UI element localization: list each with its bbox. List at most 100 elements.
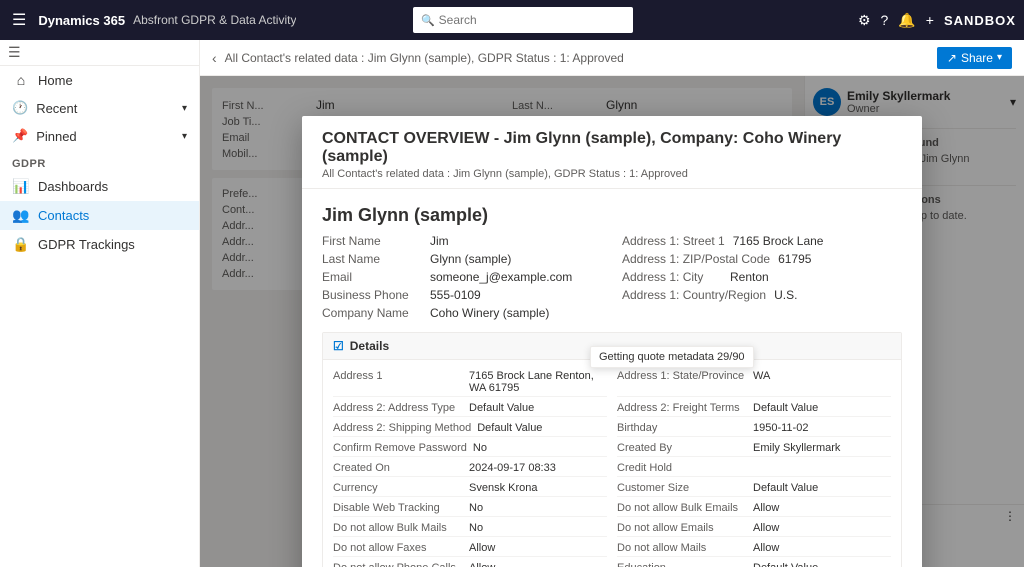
- home-icon: ⌂: [12, 72, 30, 88]
- page-title: Absfront GDPR & Data Activity: [133, 13, 296, 27]
- hamburger-menu-icon[interactable]: ☰: [8, 6, 30, 34]
- detail-row-left: Do not allow Bulk Mails No: [333, 520, 607, 537]
- detail-label: Created On: [333, 462, 463, 474]
- last-name-label: Last Name: [322, 252, 422, 266]
- detail-label: Confirm Remove Password: [333, 442, 467, 454]
- detail-value: No: [473, 442, 487, 454]
- sidebar-gdpr-trackings-label: GDPR Trackings: [38, 237, 135, 252]
- chevron-down-icon: ▾: [182, 103, 187, 114]
- sidebar-top: ☰: [0, 40, 199, 66]
- sidebar-item-contacts[interactable]: 👥 Contacts: [0, 201, 199, 230]
- chevron-down-icon-2: ▾: [182, 131, 187, 142]
- detail-row-right: Address 1: State/ProvinceWA: [617, 368, 891, 397]
- sidebar-item-recent[interactable]: 🕐 Recent ▾: [0, 94, 199, 122]
- company-name-label: Company Name: [322, 306, 422, 320]
- settings-icon[interactable]: ⚙: [858, 12, 871, 29]
- detail-value-2: Allow: [753, 502, 779, 514]
- sidebar: ☰ ⌂ Home 🕐 Recent ▾ 📌 Pinned ▾ GDPR 📊 Da…: [0, 40, 200, 567]
- dashboards-icon: 📊: [12, 178, 30, 195]
- detail-value-2: 1950-11-02: [753, 422, 808, 434]
- address-city-row: Address 1: City Renton: [622, 270, 902, 284]
- detail-value-2: Emily Skyllermark: [753, 442, 840, 454]
- share-icon: ↗: [947, 51, 957, 65]
- detail-row-left: Do not allow Phone Calls Allow: [333, 560, 607, 567]
- detail-row-right: Do not allow EmailsAllow: [617, 520, 891, 537]
- detail-value: Allow: [469, 562, 495, 567]
- details-checkmark-icon: ☑: [333, 339, 344, 353]
- detail-label: Do not allow Bulk Mails: [333, 522, 463, 534]
- detail-label-2: Customer Size: [617, 482, 747, 494]
- detail-row-right: Customer Size Default Value: [617, 480, 891, 497]
- tooltip-badge: Getting quote metadata 29/90: [590, 346, 754, 368]
- modal-overlay: CONTACT OVERVIEW - Jim Glynn (sample), C…: [200, 76, 1024, 567]
- search-box[interactable]: 🔍: [413, 7, 633, 33]
- company-name-value: Coho Winery (sample): [430, 306, 549, 320]
- business-phone-label: Business Phone: [322, 288, 422, 302]
- address-country-label: Address 1: Country/Region: [622, 288, 766, 302]
- sidebar-item-dashboards[interactable]: 📊 Dashboards: [0, 172, 199, 201]
- business-phone-value: 555-0109: [430, 288, 481, 302]
- share-label: Share: [961, 51, 993, 65]
- detail-row-right: Created ByEmily Skyllermark: [617, 440, 891, 457]
- detail-label: Do not allow Phone Calls: [333, 562, 463, 567]
- sidebar-collapse-icon[interactable]: ☰: [8, 44, 21, 60]
- detail-value: Default Value: [469, 402, 534, 414]
- detail-label-2: Address 2: Freight Terms: [617, 402, 747, 414]
- detail-value-2: Default Value: [753, 402, 818, 414]
- sidebar-item-home[interactable]: ⌂ Home: [0, 66, 199, 94]
- sub-header: ‹ All Contact's related data : Jim Glynn…: [200, 40, 1024, 76]
- sidebar-dashboards-label: Dashboards: [38, 179, 108, 194]
- detail-row-left: Address 17165 Brock Lane Renton, WA 6179…: [333, 368, 607, 397]
- detail-label: Disable Web Tracking: [333, 502, 463, 514]
- detail-value-2: Default Value: [753, 482, 818, 494]
- detail-row-left: Do not allow Faxes Allow: [333, 540, 607, 557]
- address-zip-label: Address 1: ZIP/Postal Code: [622, 252, 770, 266]
- modal-title: CONTACT OVERVIEW - Jim Glynn (sample), C…: [322, 130, 902, 166]
- detail-row-left: Address 2: Address Type Default Value: [333, 400, 607, 417]
- sandbox-label: SANDBOX: [944, 13, 1016, 28]
- help-icon[interactable]: ?: [881, 12, 889, 28]
- details-grid: Address 17165 Brock Lane Renton, WA 6179…: [333, 368, 891, 567]
- notifications-icon[interactable]: 🔔: [898, 12, 915, 29]
- first-name-label: First Name: [322, 234, 422, 248]
- address-street-label: Address 1: Street 1: [622, 234, 725, 248]
- content-area: ‹ All Contact's related data : Jim Glynn…: [200, 40, 1024, 567]
- detail-label-2: Credit Hold: [617, 462, 747, 474]
- search-input[interactable]: [439, 13, 619, 27]
- first-name-row: First Name Jim: [322, 234, 602, 248]
- detail-label-2: Birthday: [617, 422, 747, 434]
- last-name-value: Glynn (sample): [430, 252, 511, 266]
- app-title: Dynamics 365: [38, 13, 125, 28]
- detail-value-2: Default Value: [753, 562, 818, 567]
- address-city-value: Renton: [730, 270, 769, 284]
- recent-icon: 🕐: [12, 100, 28, 116]
- sidebar-recent-label: Recent: [36, 101, 77, 116]
- detail-value: No: [469, 522, 483, 534]
- detail-label: Do not allow Faxes: [333, 542, 463, 554]
- sidebar-item-gdpr-trackings[interactable]: 🔒 GDPR Trackings: [0, 230, 199, 259]
- detail-value: Allow: [469, 542, 495, 554]
- sidebar-item-pinned[interactable]: 📌 Pinned ▾: [0, 122, 199, 150]
- detail-label: Currency: [333, 482, 463, 494]
- address-country-row: Address 1: Country/Region U.S.: [622, 288, 902, 302]
- breadcrumb: All Contact's related data : Jim Glynn (…: [225, 51, 624, 65]
- detail-row-right: EducationDefault Value: [617, 560, 891, 567]
- add-icon[interactable]: +: [926, 12, 934, 28]
- detail-label: Address 2: Address Type: [333, 402, 463, 414]
- detail-row-left: Disable Web TrackingNo: [333, 500, 607, 517]
- back-nav-arrow[interactable]: ‹: [212, 50, 217, 66]
- address-street-value: 7165 Brock Lane: [733, 234, 824, 248]
- share-button[interactable]: ↗ Share ▾: [937, 47, 1012, 69]
- first-name-value: Jim: [430, 234, 449, 248]
- modal-body[interactable]: Jim Glynn (sample) First Name Jim Addres…: [302, 189, 922, 567]
- email-row: Email someone_j@example.com: [322, 270, 602, 284]
- detail-row-right: Address 2: Freight Terms Default Value: [617, 400, 891, 417]
- top-bar-left: ☰ Dynamics 365 Absfront GDPR & Data Acti…: [8, 6, 296, 34]
- gdpr-section-header: GDPR: [0, 150, 199, 172]
- detail-label-2: Do not allow Emails: [617, 522, 747, 534]
- address-zip-value: 61795: [778, 252, 811, 266]
- address-street-row: Address 1: Street 1 7165 Brock Lane: [622, 234, 902, 248]
- search-icon: 🔍: [421, 14, 435, 27]
- contact-basic-grid: First Name Jim Address 1: Street 1 7165 …: [322, 234, 902, 320]
- main-layout: ☰ ⌂ Home 🕐 Recent ▾ 📌 Pinned ▾ GDPR 📊 Da…: [0, 40, 1024, 567]
